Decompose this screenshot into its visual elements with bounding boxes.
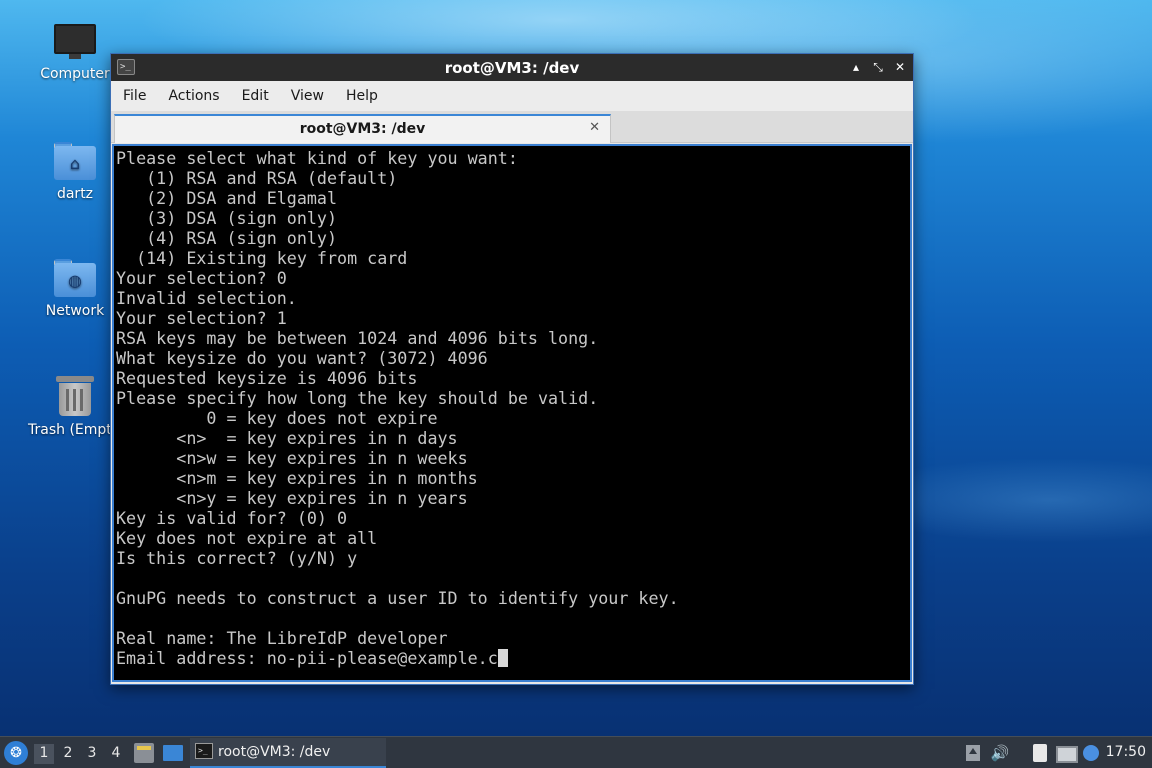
terminal-line: Is this correct? (y/N) y xyxy=(116,548,358,568)
window-titlebar[interactable]: >_ root@VM3: /dev ▴ ⤡ ✕ xyxy=(111,54,913,81)
terminal-window[interactable]: >_ root@VM3: /dev ▴ ⤡ ✕ File Actions Edi… xyxy=(110,53,914,685)
terminal-line: (4) RSA (sign only) xyxy=(116,228,338,248)
workspace-4[interactable]: 4 xyxy=(106,744,126,764)
volume-icon[interactable]: 🔊 xyxy=(990,743,1010,763)
show-desktop-icon[interactable] xyxy=(163,745,183,761)
task-label: root@VM3: /dev xyxy=(218,744,331,760)
terminal-line: (1) RSA and RSA (default) xyxy=(116,168,398,188)
home-folder-icon: ⌂ xyxy=(54,142,96,180)
close-button[interactable]: ✕ xyxy=(893,58,907,76)
window-controls: ▴ ⤡ ✕ xyxy=(849,58,907,76)
taskbar: ❂ 1 2 3 4 >_ root@VM3: /dev 🔊 17:50 xyxy=(0,736,1152,768)
maximize-button[interactable]: ⤡ xyxy=(871,58,885,76)
terminal-line: Your selection? 1 xyxy=(116,308,287,328)
terminal-line: Please specify how long the key should b… xyxy=(116,388,599,408)
terminal-line: 0 = key does not expire xyxy=(116,408,438,428)
minimize-button[interactable]: ▴ xyxy=(849,58,863,76)
terminal-line: Email address: no-pii-please@example.c xyxy=(116,648,498,668)
terminal-line: Real name: The LibreIdP developer xyxy=(116,628,448,648)
start-menu-button[interactable]: ❂ xyxy=(4,741,28,765)
workspace-2[interactable]: 2 xyxy=(58,744,78,764)
terminal-line: (14) Existing key from card xyxy=(116,248,408,268)
taskbar-task-terminal[interactable]: >_ root@VM3: /dev xyxy=(190,738,386,768)
menu-bar: File Actions Edit View Help xyxy=(111,81,913,111)
file-manager-icon[interactable] xyxy=(134,743,154,763)
window-title: root@VM3: /dev xyxy=(444,59,580,77)
menu-file[interactable]: File xyxy=(123,88,146,104)
tray-upload-icon[interactable] xyxy=(963,743,983,763)
terminal-line: RSA keys may be between 1024 and 4096 bi… xyxy=(116,328,599,348)
tab-label: root@VM3: /dev xyxy=(299,121,426,137)
terminal-line: <n>m = key expires in n months xyxy=(116,468,478,488)
terminal-line: <n>w = key expires in n weeks xyxy=(116,448,468,468)
network-folder-icon: ◍ xyxy=(54,259,96,297)
terminal-line: (3) DSA (sign only) xyxy=(116,208,338,228)
terminal-line: Key is valid for? (0) 0 xyxy=(116,508,348,528)
menu-help[interactable]: Help xyxy=(346,88,378,104)
terminal-output[interactable]: Please select what kind of key you want:… xyxy=(112,144,912,682)
terminal-line: Requested keysize is 4096 bits xyxy=(116,368,418,388)
terminal-tab[interactable]: root@VM3: /dev ✕ xyxy=(114,114,611,143)
menu-actions[interactable]: Actions xyxy=(168,88,219,104)
tab-close-icon[interactable]: ✕ xyxy=(589,120,600,135)
terminal-task-icon: >_ xyxy=(195,743,213,759)
text-cursor xyxy=(497,649,508,667)
menu-view[interactable]: View xyxy=(291,88,324,104)
terminal-line: <n> = key expires in n days xyxy=(116,428,458,448)
clipboard-icon[interactable] xyxy=(1030,743,1050,763)
terminal-line: GnuPG needs to construct a user ID to id… xyxy=(116,588,679,608)
terminal-line: What keysize do you want? (3072) 4096 xyxy=(116,348,488,368)
terminal-line: Please select what kind of key you want: xyxy=(116,148,518,168)
trash-icon xyxy=(56,374,94,416)
computer-icon xyxy=(54,24,96,60)
clock[interactable]: 17:50 xyxy=(1106,744,1146,760)
menu-edit[interactable]: Edit xyxy=(242,88,269,104)
terminal-text: Please select what kind of key you want:… xyxy=(116,148,910,668)
terminal-line: Invalid selection. xyxy=(116,288,297,308)
workspace-1[interactable]: 1 xyxy=(34,744,54,764)
network-icon[interactable] xyxy=(1055,743,1078,763)
workspace-3[interactable]: 3 xyxy=(82,744,102,764)
terminal-line: Key does not expire at all xyxy=(116,528,378,548)
terminal-line: Your selection? 0 xyxy=(116,268,287,288)
tab-bar: root@VM3: /dev ✕ xyxy=(111,111,913,143)
terminal-line: (2) DSA and Elgamal xyxy=(116,188,338,208)
terminal-line: <n>y = key expires in n years xyxy=(116,488,468,508)
update-notifier-icon[interactable] xyxy=(1081,743,1101,763)
